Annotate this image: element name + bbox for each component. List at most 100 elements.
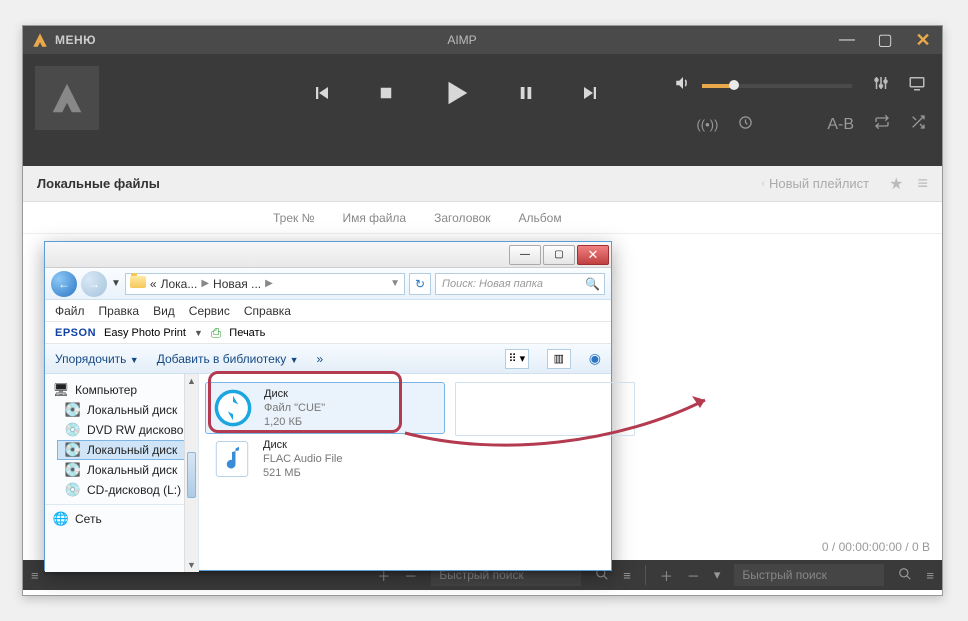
dialog-close-button[interactable]: ✕ — [577, 245, 609, 265]
add-to-library-button[interactable]: Добавить в библиотеку ▼ — [157, 352, 299, 366]
equalizer-button[interactable] — [872, 74, 890, 97]
breadcrumb-dropdown[interactable]: ▼ — [390, 278, 400, 289]
tree-local-disk-selected[interactable]: 💽Локальный диск — [57, 440, 198, 460]
new-playlist-button[interactable]: ‹ Новый плейлист — [761, 176, 869, 191]
add-right-button[interactable]: ＋ — [660, 566, 673, 585]
radio-icon[interactable]: ((•)) — [696, 117, 718, 132]
breadcrumb[interactable]: « Лока... ▶ Новая ... ▶ ▼ — [125, 273, 405, 295]
preview-pane-button[interactable]: ▥ — [547, 349, 571, 369]
help-button[interactable]: ◉ — [589, 350, 601, 367]
bottom-menu-left[interactable]: ≡ — [31, 568, 39, 583]
nav-bar: ← → ▼ « Лока... ▶ Новая ... ▶ ▼ ↻ Поиск:… — [45, 268, 611, 300]
computer-icon: 🖥 — [53, 382, 69, 398]
mute-button[interactable] — [674, 74, 692, 97]
dialog-maximize-button[interactable]: ▢ — [543, 245, 575, 265]
col-file-name[interactable]: Имя файла — [342, 211, 406, 225]
tab-local-files[interactable]: Локальные файлы — [37, 176, 160, 191]
file-type: FLAC Audio File — [263, 452, 342, 466]
music-file-icon — [211, 438, 253, 480]
nav-back-button[interactable]: ← — [51, 271, 77, 297]
cd-icon: 💿 — [65, 482, 81, 498]
tree-network[interactable]: 🌐Сеть — [45, 509, 198, 529]
hdd-icon: 💽 — [65, 462, 81, 478]
tree-dvd[interactable]: 💿DVD RW дисково — [45, 420, 198, 440]
display-toggle-button[interactable] — [908, 74, 926, 97]
next-button[interactable] — [581, 84, 599, 102]
menu-tools[interactable]: Сервис — [189, 304, 230, 318]
pause-button[interactable] — [517, 84, 535, 102]
stop-button[interactable] — [377, 84, 395, 102]
arrange-button[interactable]: Упорядочить ▼ — [55, 352, 139, 366]
tabs-menu-button[interactable]: ≡ — [917, 173, 928, 194]
printer-icon: ⎙ — [211, 325, 221, 341]
search-right-input[interactable]: Быстрый поиск — [734, 564, 884, 586]
nav-history-dropdown[interactable]: ▼ — [111, 278, 121, 289]
file-explorer-dialog: — ▢ ✕ ← → ▼ « Лока... ▶ Новая ... ▶ ▼ ↻ … — [44, 241, 612, 571]
command-bar: Упорядочить ▼ Добавить в библиотеку ▼ » … — [45, 344, 611, 374]
bottom-menu-right[interactable]: ≡ — [926, 568, 934, 583]
volume-slider[interactable] — [702, 84, 852, 88]
menu-bar: Файл Правка Вид Сервис Справка — [45, 300, 611, 322]
search-input[interactable]: Поиск: Новая папка 🔍 — [435, 273, 605, 295]
dialog-titlebar[interactable]: — ▢ ✕ — [45, 242, 611, 268]
ab-repeat-button[interactable]: A-B — [827, 116, 854, 134]
menu-view[interactable]: Вид — [153, 304, 175, 318]
file-item-cue[interactable]: Диск Файл "CUE" 1,20 КБ — [205, 382, 445, 434]
file-size: 1,20 КБ — [264, 415, 325, 429]
tile-outline — [455, 382, 635, 436]
clock-icon[interactable] — [738, 115, 753, 135]
tree-local-disk-3[interactable]: 💽Локальный диск — [45, 460, 198, 480]
epson-epp-button[interactable]: Easy Photo Print — [104, 327, 186, 339]
col-title[interactable]: Заголовок — [434, 211, 490, 225]
playlist-tabs: Локальные файлы ‹ Новый плейлист ★ ≡ — [23, 166, 942, 202]
search-icon: 🔍 — [585, 277, 600, 291]
close-button[interactable]: ✕ — [904, 26, 942, 54]
nav-forward-button[interactable]: → — [81, 271, 107, 297]
status-summary: 0 / 00:00:00:00 / 0 B — [822, 540, 930, 554]
file-list[interactable]: Диск Файл "CUE" 1,20 КБ Диск FLAC Audio … — [199, 374, 611, 572]
epson-toolbar: EPSON Easy Photo Print ▼ ⎙ Печать — [45, 322, 611, 344]
prev-button[interactable] — [313, 84, 331, 102]
maximize-button[interactable]: ▢ — [866, 26, 904, 54]
remove-right-button[interactable]: － — [687, 566, 700, 585]
dialog-minimize-button[interactable]: — — [509, 245, 541, 265]
more-commands-button[interactable]: » — [316, 352, 323, 366]
play-button[interactable] — [441, 78, 471, 108]
titlebar[interactable]: МЕНЮ AIMP — ▢ ✕ — [23, 26, 942, 54]
player-panel: ((•)) A-B — [23, 54, 942, 166]
tree-scrollbar[interactable]: ▲▼ — [184, 374, 198, 572]
minimize-button[interactable]: — — [828, 26, 866, 54]
menu-edit[interactable]: Правка — [99, 304, 140, 318]
tree-cd[interactable]: 💿CD-дисковод (L:) — [45, 480, 198, 500]
breadcrumb-seg-2[interactable]: Новая ... — [213, 277, 261, 291]
file-type: Файл "CUE" — [264, 401, 325, 415]
network-icon: 🌐 — [53, 511, 69, 527]
column-headers: Трек № Имя файла Заголовок Альбом — [23, 202, 942, 234]
menu-button[interactable]: МЕНЮ — [55, 33, 96, 47]
sort-button[interactable]: ▾ — [714, 567, 721, 583]
menu-file[interactable]: Файл — [55, 304, 85, 318]
window-title: AIMP — [96, 33, 828, 47]
aimp-logo-icon — [31, 31, 49, 49]
bottom-menu-mid[interactable]: ≡ — [623, 568, 631, 583]
file-item-flac[interactable]: Диск FLAC Audio File 521 МБ — [205, 434, 445, 484]
epson-print-button[interactable]: Печать — [229, 327, 265, 339]
epson-brand: EPSON — [55, 327, 96, 339]
folder-icon — [130, 276, 146, 291]
col-album[interactable]: Альбом — [519, 211, 562, 225]
menu-help[interactable]: Справка — [244, 304, 291, 318]
shuffle-button[interactable] — [910, 114, 926, 135]
navigation-tree: 🖥Компьютер 💽Локальный диск 💿DVD RW диско… — [45, 374, 199, 572]
daemon-tools-icon — [212, 387, 254, 429]
tree-local-disk-1[interactable]: 💽Локальный диск — [45, 400, 198, 420]
repeat-button[interactable] — [874, 114, 890, 135]
file-name: Диск — [264, 387, 325, 401]
view-mode-button[interactable]: ⠿ ▾ — [505, 349, 529, 369]
favorite-button[interactable]: ★ — [889, 174, 903, 194]
refresh-button[interactable]: ↻ — [409, 273, 431, 295]
col-track-no[interactable]: Трек № — [273, 211, 314, 225]
search-right-icon[interactable] — [898, 567, 912, 584]
aimp-large-logo-icon — [48, 79, 86, 117]
breadcrumb-seg-1[interactable]: Лока... — [161, 277, 198, 291]
tree-computer[interactable]: 🖥Компьютер — [45, 380, 198, 400]
